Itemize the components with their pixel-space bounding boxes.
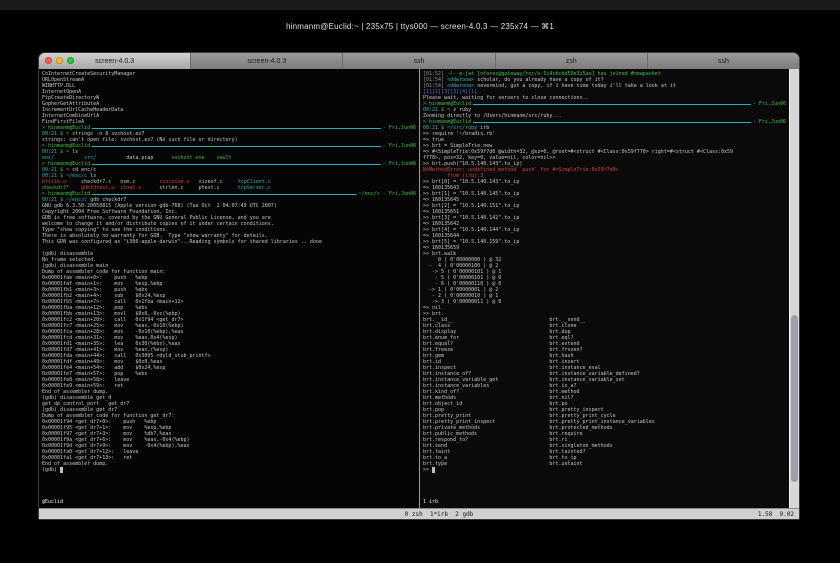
tab-bar: screen-4.0.3 screen-4.0.3 ssh zsh ssh (39, 53, 799, 69)
right-pane-lines: [01:52] -!- e-jat [nfares@gateway/tor/x-… (423, 71, 786, 498)
minimize-button[interactable] (56, 57, 63, 64)
hardstatus-load: 1.58 9.02 (757, 510, 794, 518)
window-title-text: hinmanm@Euclid:~ | 235x75 | ttys000 — sc… (285, 22, 555, 31)
close-button[interactable] (45, 57, 52, 64)
screen-caption-bar: > hinmanm@Euclid - Fri,Jun06 (42, 143, 416, 149)
screen-caption-bar: > hinmanm@Euclid - Fri,Jun06 (42, 161, 416, 167)
traffic-lights (45, 57, 74, 64)
screen-hardstatus-bar: 0 zsh 1*irb 2 gdb 1.58 9.02 (39, 508, 799, 519)
screen-window-list: 0 zsh 1*irb 2 gdb (404, 510, 474, 518)
desktop-top-strip (0, 0, 840, 10)
scrollbar-thumb[interactable] (791, 314, 798, 482)
tab-ssh-2[interactable]: ssh (646, 53, 799, 69)
left-pane-caption: @Euclid (42, 499, 64, 505)
tab-screen-2[interactable]: screen-4.0.3 (190, 53, 343, 69)
right-pane-caption: 1 irb (423, 499, 439, 505)
text-cursor (432, 467, 436, 473)
horizontal-rule (92, 191, 357, 197)
text-cursor (60, 467, 64, 473)
tab-zsh[interactable]: zsh (494, 53, 647, 69)
right-terminal-pane[interactable]: [01:52] -!- e-jat [nfares@gateway/tor/x-… (420, 69, 789, 508)
terminal-line: >> (423, 467, 786, 473)
terminal-window: screen-4.0.3 screen-4.0.3 ssh zsh ssh Co… (38, 52, 800, 520)
left-terminal-pane[interactable]: CoInternetCreateSecurityManager URLOpenSt… (39, 69, 419, 508)
terminal-line: (gdb) (42, 467, 416, 473)
horizontal-rule (92, 161, 381, 167)
zoom-button[interactable] (67, 57, 74, 64)
horizontal-rule (92, 143, 381, 149)
left-pane-lines: CoInternetCreateSecurityManager URLOpenSt… (42, 71, 416, 498)
scrollbar[interactable] (789, 69, 799, 508)
title-tab-bar: screen-4.0.3 screen-4.0.3 ssh zsh ssh (39, 53, 799, 69)
terminal-content: CoInternetCreateSecurityManager URLOpenSt… (39, 69, 799, 508)
screen-caption-bar: > hinmanm@Euclid - Fri,Jun06 (423, 101, 786, 107)
horizontal-rule (473, 101, 751, 107)
horizontal-rule (473, 119, 751, 125)
tab-ssh-1[interactable]: ssh (342, 53, 495, 69)
